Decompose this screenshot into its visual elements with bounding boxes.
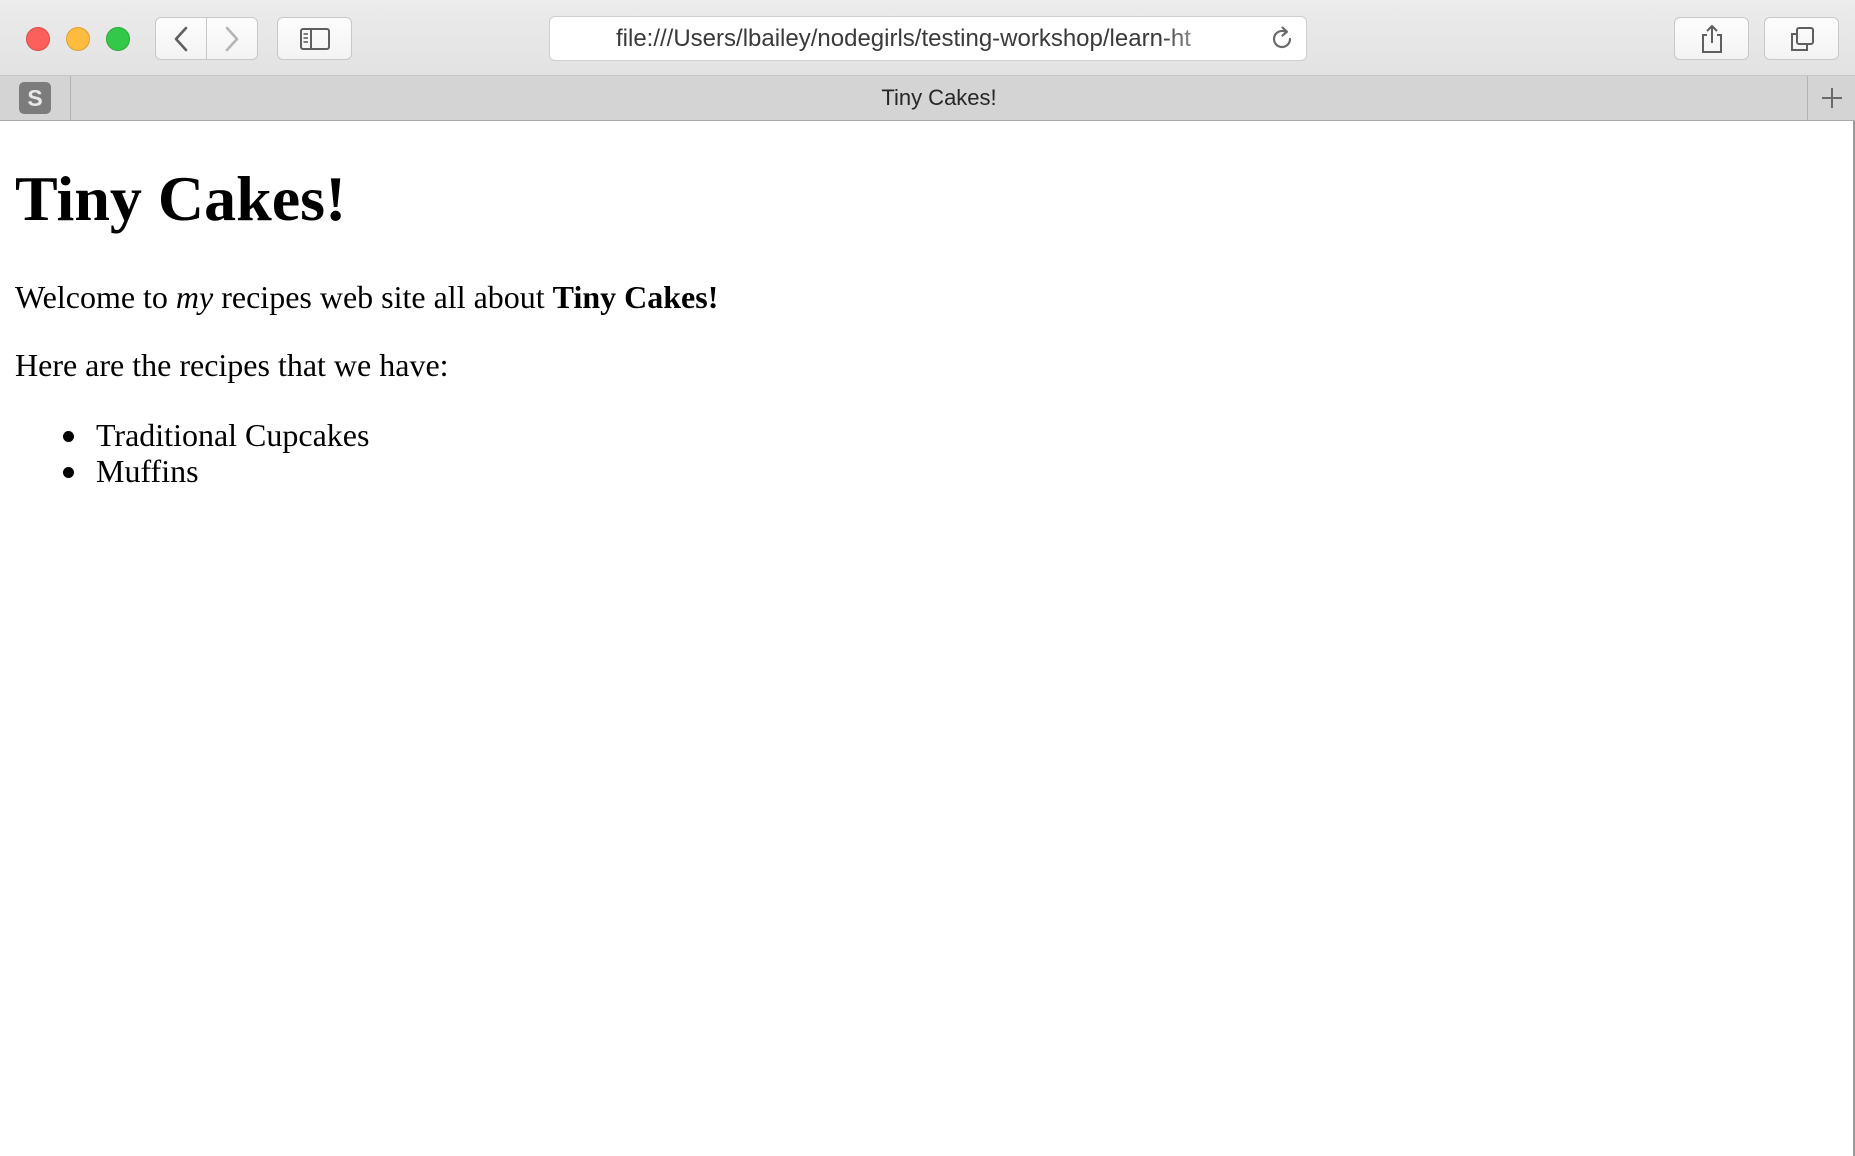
share-button[interactable] (1674, 17, 1749, 60)
zoom-window-button[interactable] (106, 27, 130, 51)
bullet-icon (63, 431, 74, 442)
share-icon (1701, 24, 1722, 53)
welcome-emphasis: my (175, 279, 214, 315)
pinned-site-icon: S (19, 82, 51, 114)
list-item: Muffins (15, 453, 369, 489)
welcome-middle: recipes web site all about (213, 279, 553, 315)
page-heading: Tiny Cakes! (15, 163, 347, 234)
browser-window: file:///Users/lbailey/nodegirls/testing-… (0, 0, 1855, 1156)
active-tab[interactable]: Tiny Cakes! (71, 76, 1807, 120)
minimize-window-button[interactable] (66, 27, 90, 51)
tab-overview-button[interactable] (1764, 17, 1839, 60)
welcome-paragraph: Welcome to my recipes web site all about… (15, 281, 718, 313)
browser-toolbar: file:///Users/lbailey/nodegirls/testing-… (0, 0, 1855, 76)
address-bar[interactable]: file:///Users/lbailey/nodegirls/testing-… (549, 16, 1307, 61)
bullet-icon (63, 467, 74, 478)
chevron-right-icon (225, 26, 239, 51)
tabs-overview-icon (1790, 26, 1814, 51)
tab-bar: S Tiny Cakes! (0, 76, 1855, 121)
sidebar-icon (299, 27, 330, 50)
intro-paragraph: Here are the recipes that we have: (15, 347, 449, 383)
forward-button[interactable] (206, 17, 258, 60)
recipe-list: Traditional Cupcakes Muffins (15, 417, 369, 489)
recipe-label: Traditional Cupcakes (96, 417, 370, 453)
chevron-left-icon (174, 26, 188, 51)
welcome-strong: Tiny Cakes! (552, 279, 719, 315)
pinned-tab[interactable]: S (0, 76, 71, 120)
welcome-prefix: Welcome to (15, 279, 176, 315)
recipe-label: Muffins (96, 453, 199, 489)
page-content: Tiny Cakes! Welcome to my recipes web si… (0, 121, 1855, 1156)
tab-title: Tiny Cakes! (881, 85, 997, 110)
show-sidebar-button[interactable] (277, 17, 352, 60)
close-window-button[interactable] (26, 27, 50, 51)
list-item: Traditional Cupcakes (15, 417, 369, 453)
plus-icon (1821, 88, 1842, 108)
new-tab-button[interactable] (1807, 76, 1855, 120)
reload-button[interactable] (1268, 25, 1296, 53)
back-button[interactable] (155, 17, 207, 60)
reload-icon (1272, 26, 1292, 49)
address-url[interactable]: file:///Users/lbailey/nodegirls/testing-… (616, 17, 1236, 60)
